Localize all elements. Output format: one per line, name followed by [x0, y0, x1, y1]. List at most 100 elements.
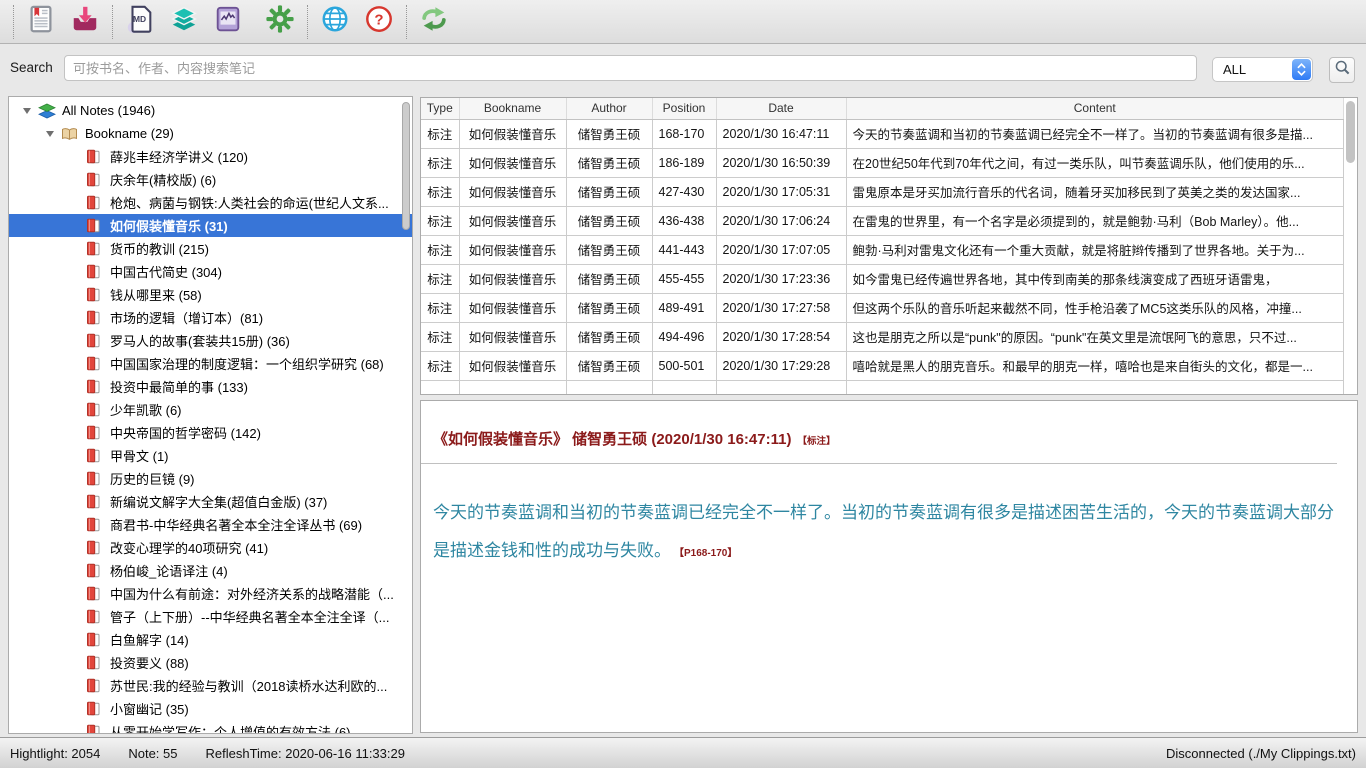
table-row-partial: [421, 380, 1344, 395]
table-row[interactable]: 标注如何假装懂音乐储智勇王硕427-4302020/1/30 17:05:31雷…: [421, 177, 1344, 206]
cell-date: 2020/1/30 17:28:54: [716, 322, 846, 351]
cell-position: 186-189: [652, 148, 716, 177]
export-markdown-button[interactable]: MD: [118, 3, 162, 41]
tree-item-book[interactable]: 市场的逻辑（增订本）(81): [9, 306, 412, 329]
table-scrollbar-thumb[interactable]: [1346, 101, 1355, 163]
toolbar-separator: [307, 5, 308, 39]
book-icon: [86, 448, 104, 464]
tree-item-book[interactable]: 中国为什么有前途：对外经济关系的战略潜能（...: [9, 582, 412, 605]
stats-chart-button[interactable]: [206, 3, 250, 41]
column-header-bookname[interactable]: Bookname: [459, 98, 566, 119]
tree-item-book[interactable]: 如何假装懂音乐 (31): [9, 214, 412, 237]
tree-item-book[interactable]: 甲骨文 (1): [9, 444, 412, 467]
table-row[interactable]: 标注如何假装懂音乐储智勇王硕500-5012020/1/30 17:29:28嘻…: [421, 351, 1344, 380]
cell-type: 标注: [421, 235, 459, 264]
tree-item-book[interactable]: 小窗幽记 (35): [9, 697, 412, 720]
tree-item-label: 投资中最简单的事 (133): [110, 377, 248, 396]
book-icon: [86, 333, 104, 349]
tree-item-book[interactable]: 庆余年(精校版) (6): [9, 168, 412, 191]
tree-item-book[interactable]: 中央帝国的哲学密码 (142): [9, 421, 412, 444]
tree-item-book[interactable]: 白鱼解字 (14): [9, 628, 412, 651]
book-icon: [86, 149, 104, 165]
status-connection: Disconnected (./My Clippings.txt): [1166, 746, 1356, 761]
tree-item-label: 如何假装懂音乐 (31): [110, 216, 228, 235]
tree-item-book[interactable]: 改变心理学的40项研究 (41): [9, 536, 412, 559]
search-button[interactable]: [1329, 57, 1355, 83]
filter-dropdown[interactable]: ALL: [1212, 57, 1313, 82]
settings-button[interactable]: [258, 3, 302, 41]
tree-item-bookname[interactable]: Bookname (29): [9, 122, 412, 145]
tree-item-book[interactable]: 历史的巨镜 (9): [9, 467, 412, 490]
book-icon: [86, 563, 104, 579]
tree-item-label: 枪炮、病菌与钢铁:人类社会的命运(世纪人文系...: [110, 193, 389, 212]
cell-type: 标注: [421, 119, 459, 148]
tree-item-book[interactable]: 新编说文解字大全集(超值白金版) (37): [9, 490, 412, 513]
document-notes-button[interactable]: [19, 3, 63, 41]
search-bar: Search ALL: [0, 45, 1366, 94]
note-body-text: 今天的节奏蓝调和当初的节奏蓝调已经完全不一样了。当初的节奏蓝调有很多是描述困苦生…: [433, 503, 1334, 560]
tree-item-book[interactable]: 投资中最简单的事 (133): [9, 375, 412, 398]
search-input[interactable]: [64, 55, 1197, 81]
column-header-content[interactable]: Content: [846, 98, 1344, 119]
refresh-button[interactable]: [412, 3, 456, 41]
help-button[interactable]: ?: [357, 3, 401, 41]
cell-position: 500-501: [652, 351, 716, 380]
table-row[interactable]: 标注如何假装懂音乐储智勇王硕436-4382020/1/30 17:06:24在…: [421, 206, 1344, 235]
disclosure-triangle-icon[interactable]: [46, 131, 54, 137]
tree-item-book[interactable]: 罗马人的故事(套装共15册) (36): [9, 329, 412, 352]
cell-content: 雷鬼原本是牙买加流行音乐的代名词，随着牙买加移民到了英美之类的发达国家...: [846, 177, 1344, 206]
tree-item-book[interactable]: 商君书-中华经典名著全本全注全译丛书 (69): [9, 513, 412, 536]
svg-text:MD: MD: [133, 14, 146, 24]
table-row[interactable]: 标注如何假装懂音乐储智勇王硕441-4432020/1/30 17:07:05鲍…: [421, 235, 1344, 264]
cell-position: 168-170: [652, 119, 716, 148]
disclosure-triangle-icon[interactable]: [23, 108, 31, 114]
refresh-icon: [419, 4, 449, 39]
website-button[interactable]: [313, 3, 357, 41]
status-note-count: Note: 55: [128, 746, 177, 761]
table-row[interactable]: 标注如何假装懂音乐储智勇王硕186-1892020/1/30 16:50:39在…: [421, 148, 1344, 177]
tree-item-all-notes[interactable]: All Notes (1946): [9, 99, 412, 122]
column-header-author[interactable]: Author: [566, 98, 652, 119]
tree-item-book[interactable]: 投资要义 (88): [9, 651, 412, 674]
cell-content: 在雷鬼的世界里，有一个名字是必须提到的，就是鲍勃·马利（Bob Marley）。…: [846, 206, 1344, 235]
document-notes-icon: [26, 4, 56, 39]
cell-date: 2020/1/30 17:05:31: [716, 177, 846, 206]
book-icon: [86, 287, 104, 303]
cell-bookname: 如何假装懂音乐: [459, 264, 566, 293]
book-icon: [86, 218, 104, 234]
tree-item-book[interactable]: 薛兆丰经济学讲义 (120): [9, 145, 412, 168]
column-header-type[interactable]: Type: [421, 98, 459, 119]
tree-item-book[interactable]: 枪炮、病菌与钢铁:人类社会的命运(世纪人文系...: [9, 191, 412, 214]
cell-position: 427-430: [652, 177, 716, 206]
book-icon: [86, 425, 104, 441]
import-button[interactable]: [63, 3, 107, 41]
tree-item-book[interactable]: 管子（上下册）--中华经典名著全本全注全译（...: [9, 605, 412, 628]
cell-date: 2020/1/30 17:06:24: [716, 206, 846, 235]
chart-icon: [213, 4, 243, 39]
table-row[interactable]: 标注如何假装懂音乐储智勇王硕494-4962020/1/30 17:28:54这…: [421, 322, 1344, 351]
tree-item-book[interactable]: 中国古代简史 (304): [9, 260, 412, 283]
cell-bookname: 如何假装懂音乐: [459, 322, 566, 351]
cell-content: 嘻哈就是黑人的朋克音乐。和最早的朋克一样，嘻哈也是来自街头的文化，都是一...: [846, 351, 1344, 380]
tree-item-book[interactable]: 少年凯歌 (6): [9, 398, 412, 421]
cell-date: 2020/1/30 16:50:39: [716, 148, 846, 177]
sidebar-scrollbar-thumb[interactable]: [402, 102, 410, 230]
tree-item-book[interactable]: 货币的教训 (215): [9, 237, 412, 260]
tree-item-book[interactable]: 从零开始学写作：个人增值的有效方法 (6): [9, 720, 412, 734]
tree-item-label: 甲骨文 (1): [110, 446, 169, 465]
export-layers-button[interactable]: [162, 3, 206, 41]
book-icon: [86, 402, 104, 418]
cell-content: 如今雷鬼已经传遍世界各地，其中传到南美的那条线演变成了西班牙语雷鬼，: [846, 264, 1344, 293]
tree-item-book[interactable]: 钱从哪里来 (58): [9, 283, 412, 306]
table-row[interactable]: 标注如何假装懂音乐储智勇王硕455-4552020/1/30 17:23:36如…: [421, 264, 1344, 293]
book-tree: All Notes (1946)Bookname (29)薛兆丰经济学讲义 (1…: [9, 99, 412, 734]
column-header-date[interactable]: Date: [716, 98, 846, 119]
table-row[interactable]: 标注如何假装懂音乐储智勇王硕489-4912020/1/30 17:27:58但…: [421, 293, 1344, 322]
search-icon: [1334, 59, 1351, 81]
cell-position: 489-491: [652, 293, 716, 322]
table-row[interactable]: 标注如何假装懂音乐储智勇王硕168-1702020/1/30 16:47:11今…: [421, 119, 1344, 148]
tree-item-book[interactable]: 中国国家治理的制度逻辑：一个组织学研究 (68): [9, 352, 412, 375]
column-header-position[interactable]: Position: [652, 98, 716, 119]
tree-item-book[interactable]: 杨伯峻_论语译注 (4): [9, 559, 412, 582]
tree-item-book[interactable]: 苏世民:我的经验与教训（2018读桥水达利欧的...: [9, 674, 412, 697]
